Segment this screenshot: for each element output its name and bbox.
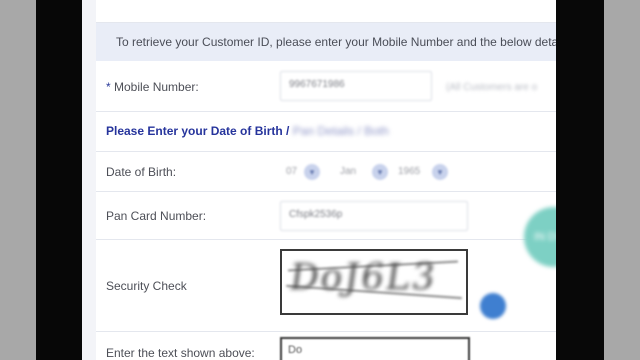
captcha-text: DoJ6L3 [287,257,440,298]
captcha-input-label: Enter the text shown above: [106,346,255,360]
form-page: To retrieve your Customer ID, please ent… [82,0,556,360]
form-container: To retrieve your Customer ID, please ent… [96,0,556,360]
mobile-label: * Mobile Number: [106,80,199,94]
pan-input[interactable]: Cfspk2536p [280,201,468,231]
dob-year[interactable]: 1965 [398,166,420,177]
letterbox-bar-left [36,0,82,360]
captcha-input[interactable]: Do [280,337,470,360]
section-heading-text: Please Enter your Date of Birth / [106,124,293,138]
section-heading-blurred: Pan Details / Both [292,124,389,138]
section-heading: Please Enter your Date of Birth / Pan De… [106,124,389,138]
mobile-help: (All Customers are o [446,82,538,93]
security-label: Security Check [106,279,187,293]
letterbox-right [604,0,640,360]
pan-label: Pan Card Number: [106,209,207,223]
dob-year-dropdown-icon[interactable]: ▾ [432,164,448,180]
captcha-image: DoJ6L3 [280,249,468,315]
letterbox-left [0,0,36,360]
dob-day[interactable]: 07 [286,166,297,177]
dob-label: Date of Birth: [106,165,177,179]
mobile-label-text: Mobile Number: [114,80,199,94]
refresh-captcha-icon[interactable] [480,293,506,319]
dob-day-dropdown-icon[interactable]: ▾ [304,164,320,180]
dob-month[interactable]: Jan [340,166,356,177]
section-heading-row: Please Enter your Date of Birth / Pan De… [96,112,556,152]
letterbox-bar-right [556,0,604,360]
required-mark: * [106,80,111,94]
mobile-input[interactable]: 9967671986 [280,71,432,101]
dob-month-dropdown-icon[interactable]: ▾ [372,164,388,180]
mobile-row: * Mobile Number: 9967671986 (All Custome… [96,62,556,112]
top-strip [96,0,556,23]
dob-row: Date of Birth: 07 ▾ Jan ▾ 1965 ▾ [96,152,556,192]
info-banner: To retrieve your Customer ID, please ent… [96,23,556,61]
pan-row: Pan Card Number: Cfspk2536p [96,192,556,240]
